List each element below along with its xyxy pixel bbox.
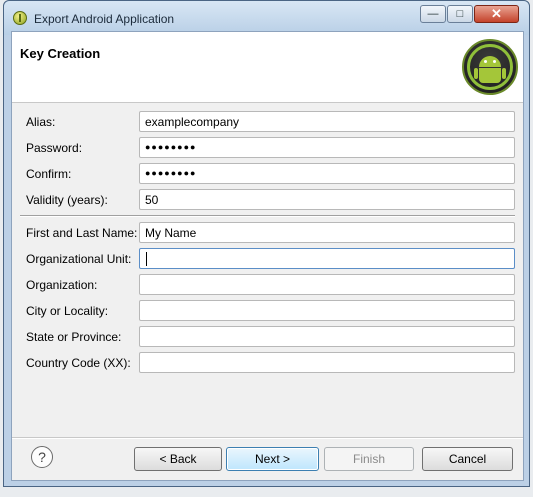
state-row: State or Province: bbox=[12, 326, 523, 348]
password-row: Password: ●●●●●●●● bbox=[12, 137, 523, 159]
name-label: First and Last Name: bbox=[26, 226, 138, 240]
close-button[interactable]: ✕ bbox=[474, 5, 519, 23]
org-unit-row: Organizational Unit: bbox=[12, 248, 523, 270]
window-title: Export Android Application bbox=[34, 12, 175, 26]
city-label: City or Locality: bbox=[26, 304, 109, 318]
first-last-name-field[interactable]: My Name bbox=[139, 222, 515, 243]
confirm-row: Confirm: ●●●●●●●● bbox=[12, 163, 523, 185]
confirm-label: Confirm: bbox=[26, 167, 72, 181]
help-icon[interactable]: ? bbox=[31, 446, 53, 468]
page-title: Key Creation bbox=[20, 46, 101, 61]
alias-row: Alias: examplecompany bbox=[12, 111, 523, 133]
footer-divider bbox=[12, 437, 523, 439]
text-caret bbox=[146, 252, 147, 266]
organization-field[interactable] bbox=[139, 274, 515, 295]
wizard-header: Key Creation bbox=[12, 32, 523, 103]
validity-row: Validity (years): 50 bbox=[12, 189, 523, 211]
state-label: State or Province: bbox=[26, 330, 122, 344]
password-label: Password: bbox=[26, 141, 83, 155]
validity-label: Validity (years): bbox=[26, 193, 108, 207]
alias-field[interactable]: examplecompany bbox=[139, 111, 515, 132]
password-field[interactable]: ●●●●●●●● bbox=[139, 137, 515, 158]
country-code-field[interactable] bbox=[139, 352, 515, 373]
city-field[interactable] bbox=[139, 300, 515, 321]
export-dialog: Export Android Application — □ ✕ Key Cre… bbox=[3, 0, 530, 487]
android-robot-icon bbox=[462, 39, 518, 95]
country-label: Country Code (XX): bbox=[26, 356, 131, 370]
next-button[interactable]: Next > bbox=[226, 447, 319, 471]
minimize-button[interactable]: — bbox=[420, 5, 446, 23]
back-button[interactable]: < Back bbox=[134, 447, 222, 471]
org-unit-label: Organizational Unit: bbox=[26, 252, 132, 266]
validity-field[interactable]: 50 bbox=[139, 189, 515, 210]
organization-label: Organization: bbox=[26, 278, 98, 292]
confirm-password-field[interactable]: ●●●●●●●● bbox=[139, 163, 515, 184]
alias-label: Alias: bbox=[26, 115, 56, 129]
cancel-button[interactable]: Cancel bbox=[422, 447, 513, 471]
name-row: First and Last Name: My Name bbox=[12, 222, 523, 244]
dialog-content: Key Creation Alias: examplecompany Passw… bbox=[11, 31, 524, 481]
finish-button: Finish bbox=[324, 447, 414, 471]
country-row: Country Code (XX): bbox=[12, 352, 523, 374]
organization-row: Organization: bbox=[12, 274, 523, 296]
title-bar[interactable]: Export Android Application — □ ✕ bbox=[4, 1, 529, 35]
organizational-unit-field[interactable] bbox=[139, 248, 515, 269]
section-divider bbox=[20, 215, 515, 217]
city-row: City or Locality: bbox=[12, 300, 523, 322]
eclipse-icon bbox=[13, 11, 27, 25]
maximize-button[interactable]: □ bbox=[447, 5, 473, 23]
state-field[interactable] bbox=[139, 326, 515, 347]
